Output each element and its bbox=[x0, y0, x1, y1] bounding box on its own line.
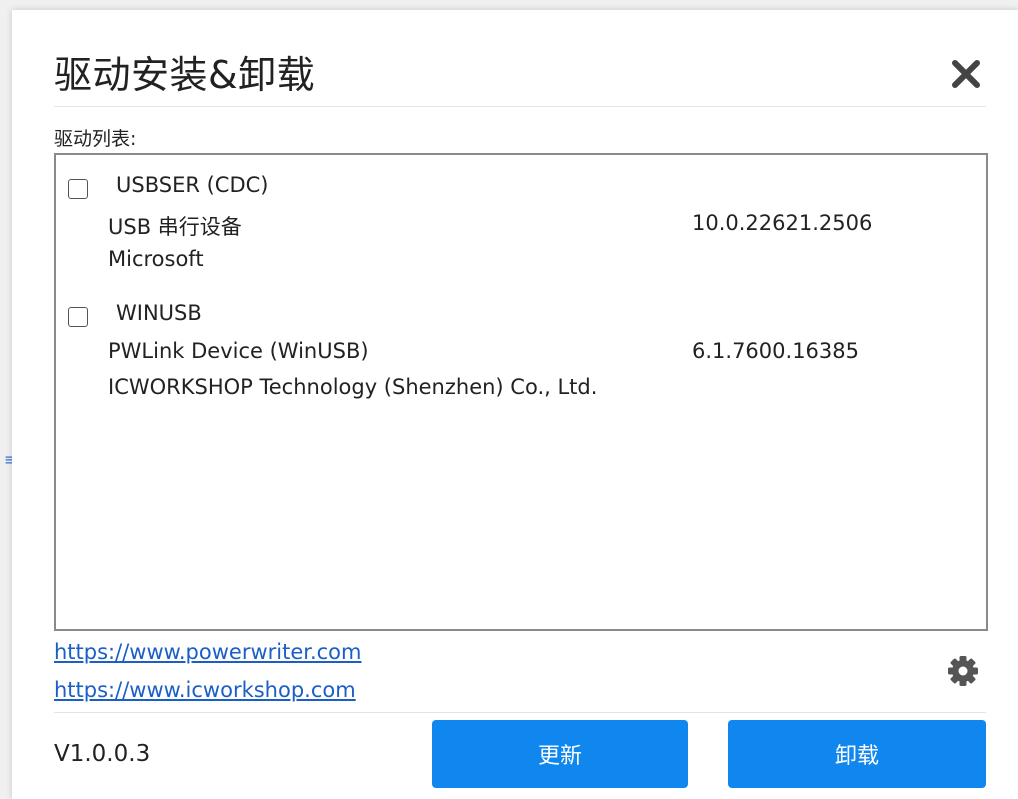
driver-description: PWLink Device (WinUSB) bbox=[108, 339, 369, 363]
version-label: V1.0.0.3 bbox=[54, 741, 151, 767]
update-button[interactable]: 更新 bbox=[432, 720, 688, 788]
driver-list-label: 驱动列表: bbox=[54, 128, 137, 150]
driver-version: 6.1.7600.16385 bbox=[692, 339, 859, 363]
close-icon bbox=[952, 60, 980, 88]
footer-divider bbox=[54, 712, 986, 713]
driver-vendor: Microsoft bbox=[108, 247, 204, 271]
driver-description: USB 串行设备 bbox=[108, 215, 242, 239]
driver-checkbox-winusb[interactable] bbox=[68, 307, 88, 327]
title-divider bbox=[54, 106, 986, 107]
driver-version: 10.0.22621.2506 bbox=[692, 211, 873, 235]
driver-list[interactable]: USBSER (CDC) USB 串行设备 10.0.22621.2506 Mi… bbox=[54, 153, 988, 631]
close-button[interactable] bbox=[946, 54, 986, 94]
driver-install-dialog: 驱动安装&卸载 驱动列表: USBSER (CDC) USB 串行设备 10.0… bbox=[12, 10, 1018, 799]
uninstall-button[interactable]: 卸载 bbox=[728, 720, 986, 788]
powerwriter-link[interactable]: https://www.powerwriter.com bbox=[54, 640, 361, 664]
driver-checkbox-usbser[interactable] bbox=[68, 179, 88, 199]
driver-name: USBSER (CDC) bbox=[116, 173, 269, 197]
icworkshop-link[interactable]: https://www.icworkshop.com bbox=[54, 678, 356, 702]
driver-vendor: ICWORKSHOP Technology (Shenzhen) Co., Lt… bbox=[108, 375, 598, 399]
dialog-title: 驱动安装&卸载 bbox=[54, 53, 316, 97]
gear-icon bbox=[948, 656, 978, 686]
settings-button[interactable] bbox=[946, 654, 980, 688]
driver-name: WINUSB bbox=[116, 301, 202, 325]
